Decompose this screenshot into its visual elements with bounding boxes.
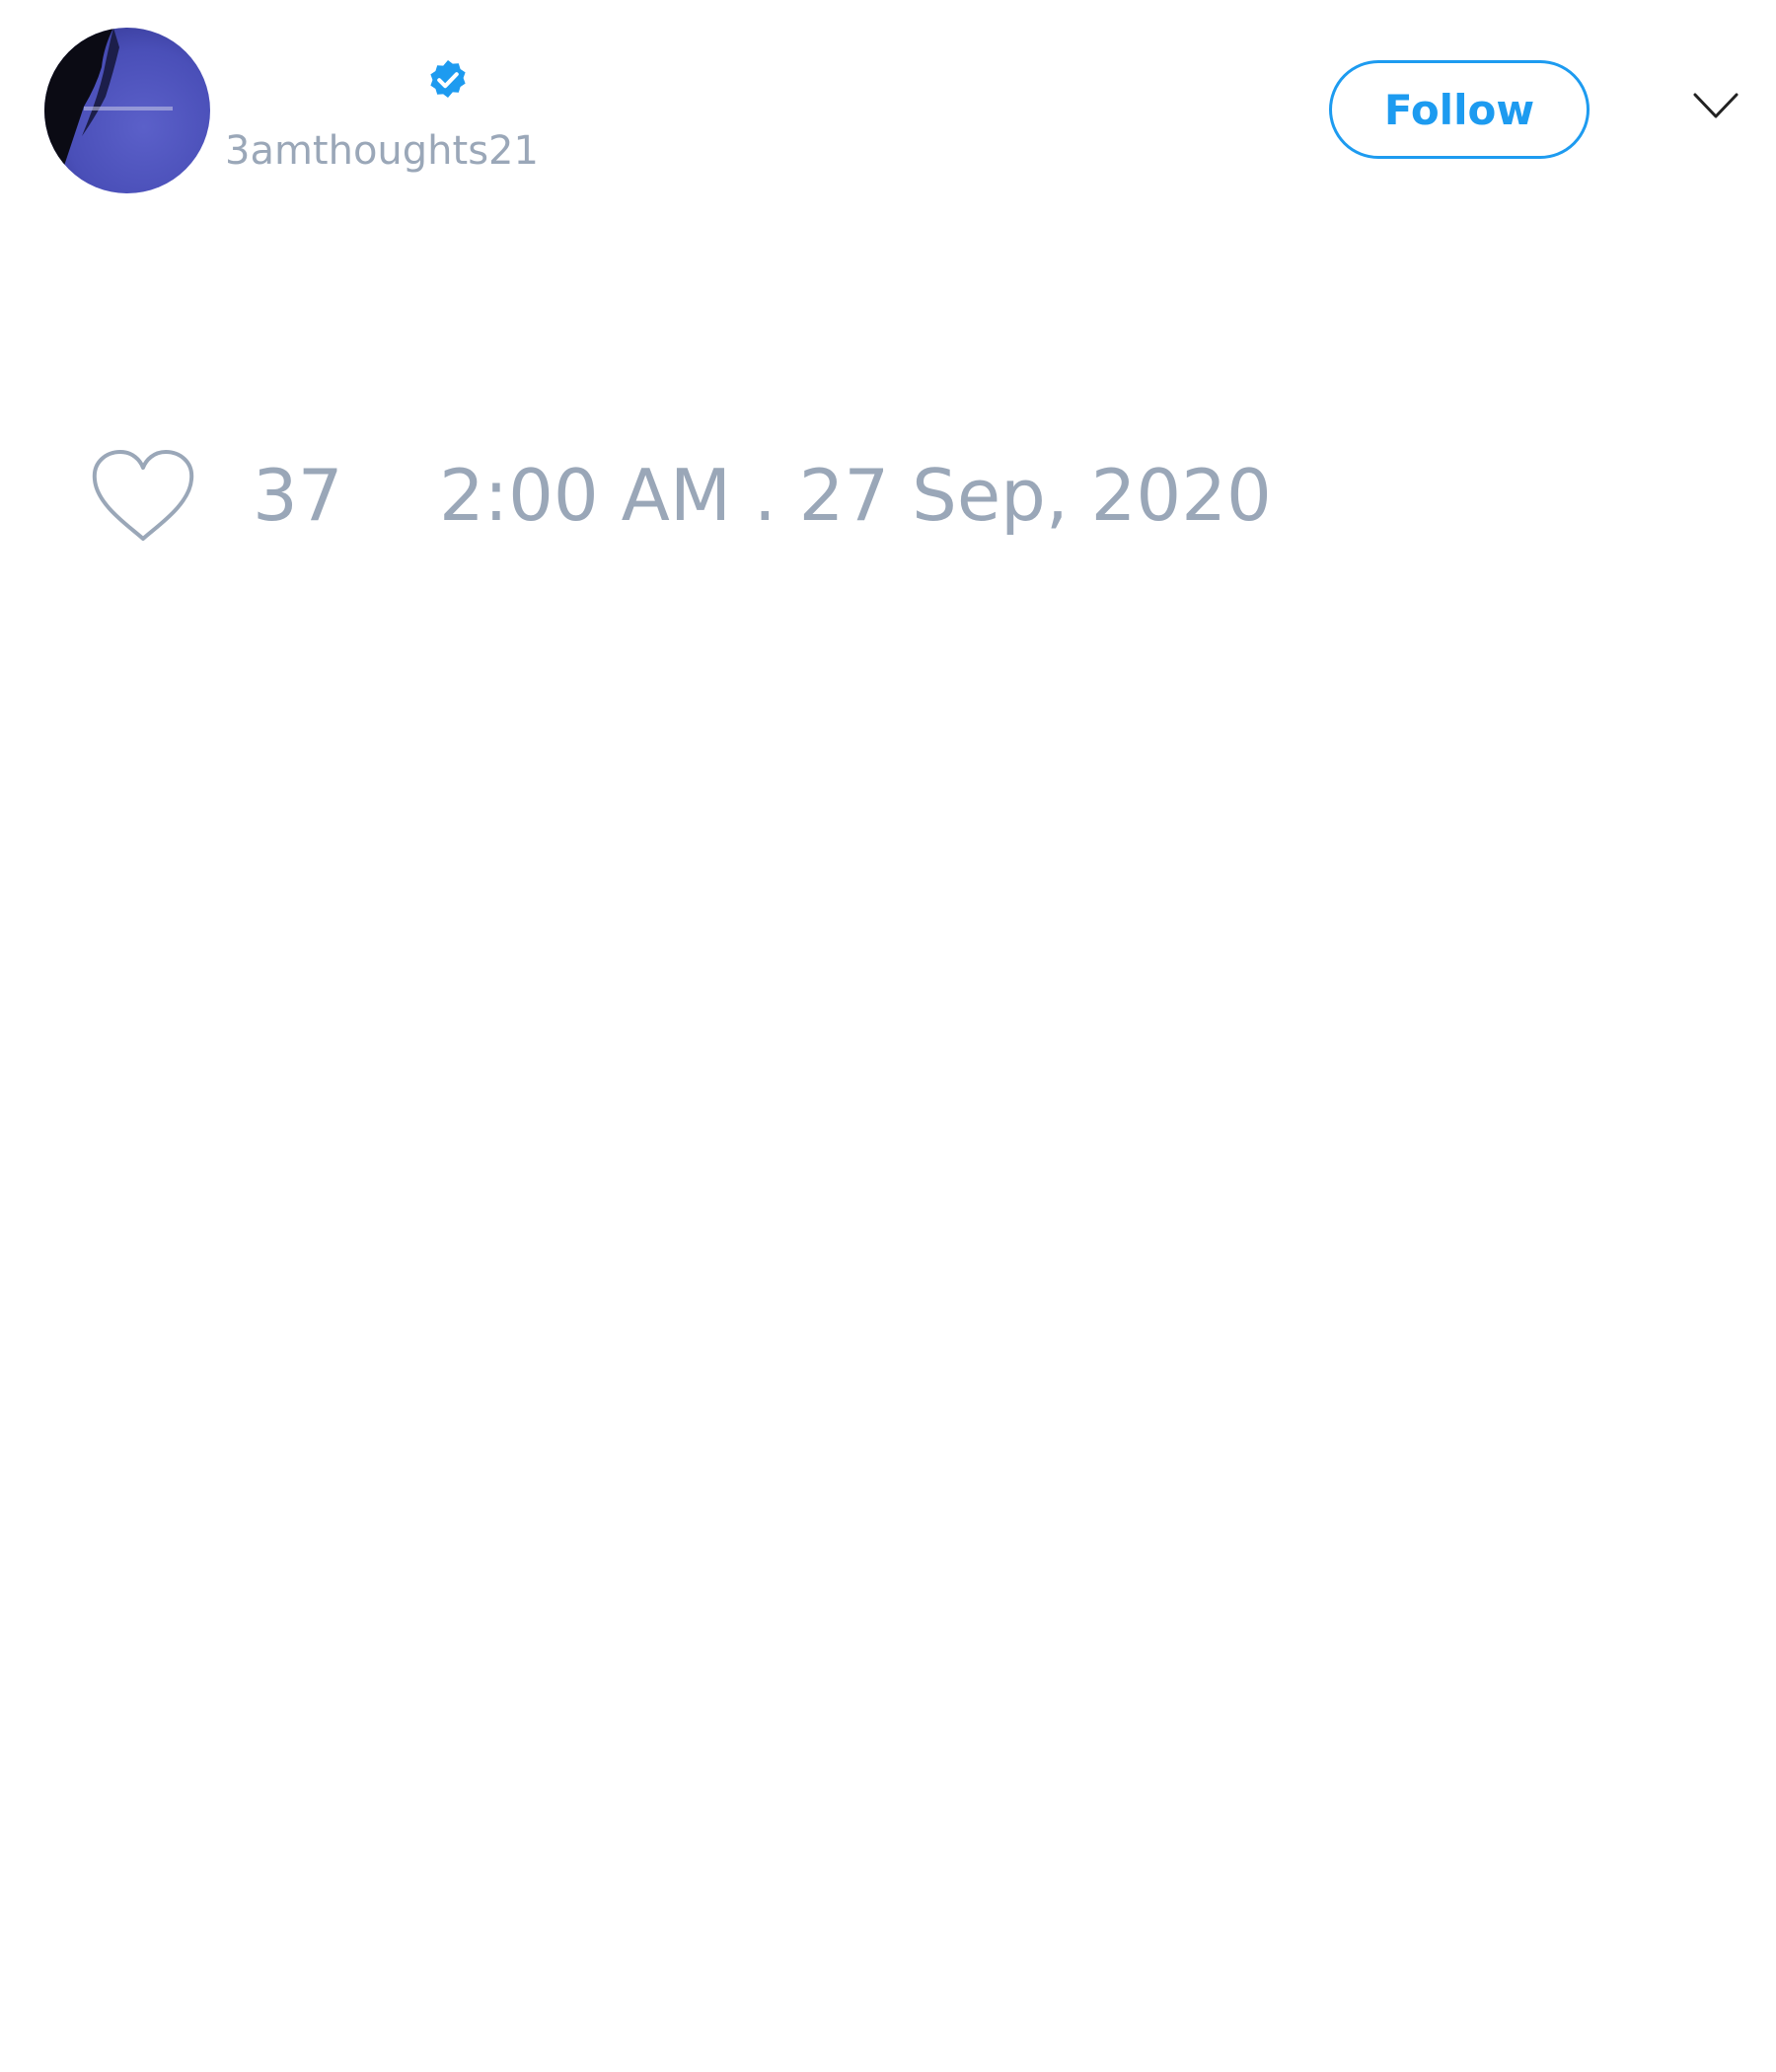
avatar[interactable] <box>44 28 210 193</box>
heart-icon[interactable] <box>91 448 195 543</box>
avatar-image <box>44 28 210 193</box>
author-handle[interactable]: 3amthoughts21 <box>225 126 539 176</box>
follow-button[interactable]: Follow <box>1329 60 1590 159</box>
verified-badge-icon <box>430 60 466 98</box>
chevron-down-icon[interactable] <box>1693 91 1739 120</box>
like-count: 37 <box>253 454 343 537</box>
tweet-timestamp[interactable]: 2:00 AM . 27 Sep, 2020 <box>439 456 1272 535</box>
tweet-card: 3amthoughts21 Follow 37 2:00 AM . 27 Sep… <box>0 0 1776 2072</box>
